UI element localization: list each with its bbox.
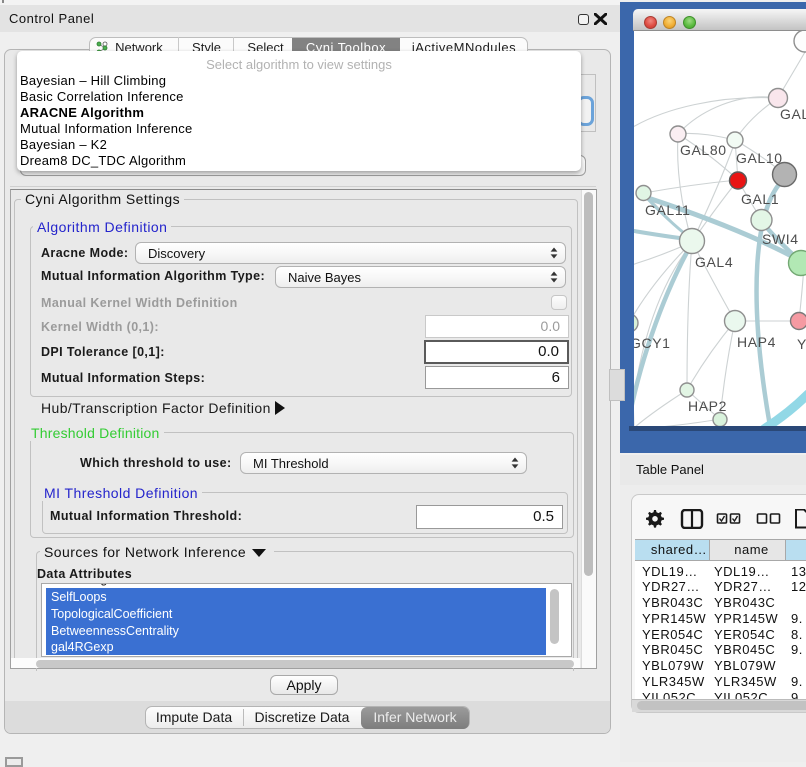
svg-text:GAL4: GAL4 <box>695 254 733 270</box>
svg-text:Y: Y <box>797 336 806 352</box>
svg-text:GAL1: GAL1 <box>741 191 779 207</box>
svg-text:HAP4: HAP4 <box>737 334 776 350</box>
svg-text:GAL: GAL <box>780 106 806 122</box>
svg-text:GAL10: GAL10 <box>736 150 783 166</box>
svg-text:HAP2: HAP2 <box>688 398 727 414</box>
svg-text:GCY1: GCY1 <box>634 335 671 351</box>
svg-text:SWI4: SWI4 <box>762 231 799 247</box>
svg-text:GAL11: GAL11 <box>645 202 691 218</box>
svg-text:GAL80: GAL80 <box>680 142 727 158</box>
